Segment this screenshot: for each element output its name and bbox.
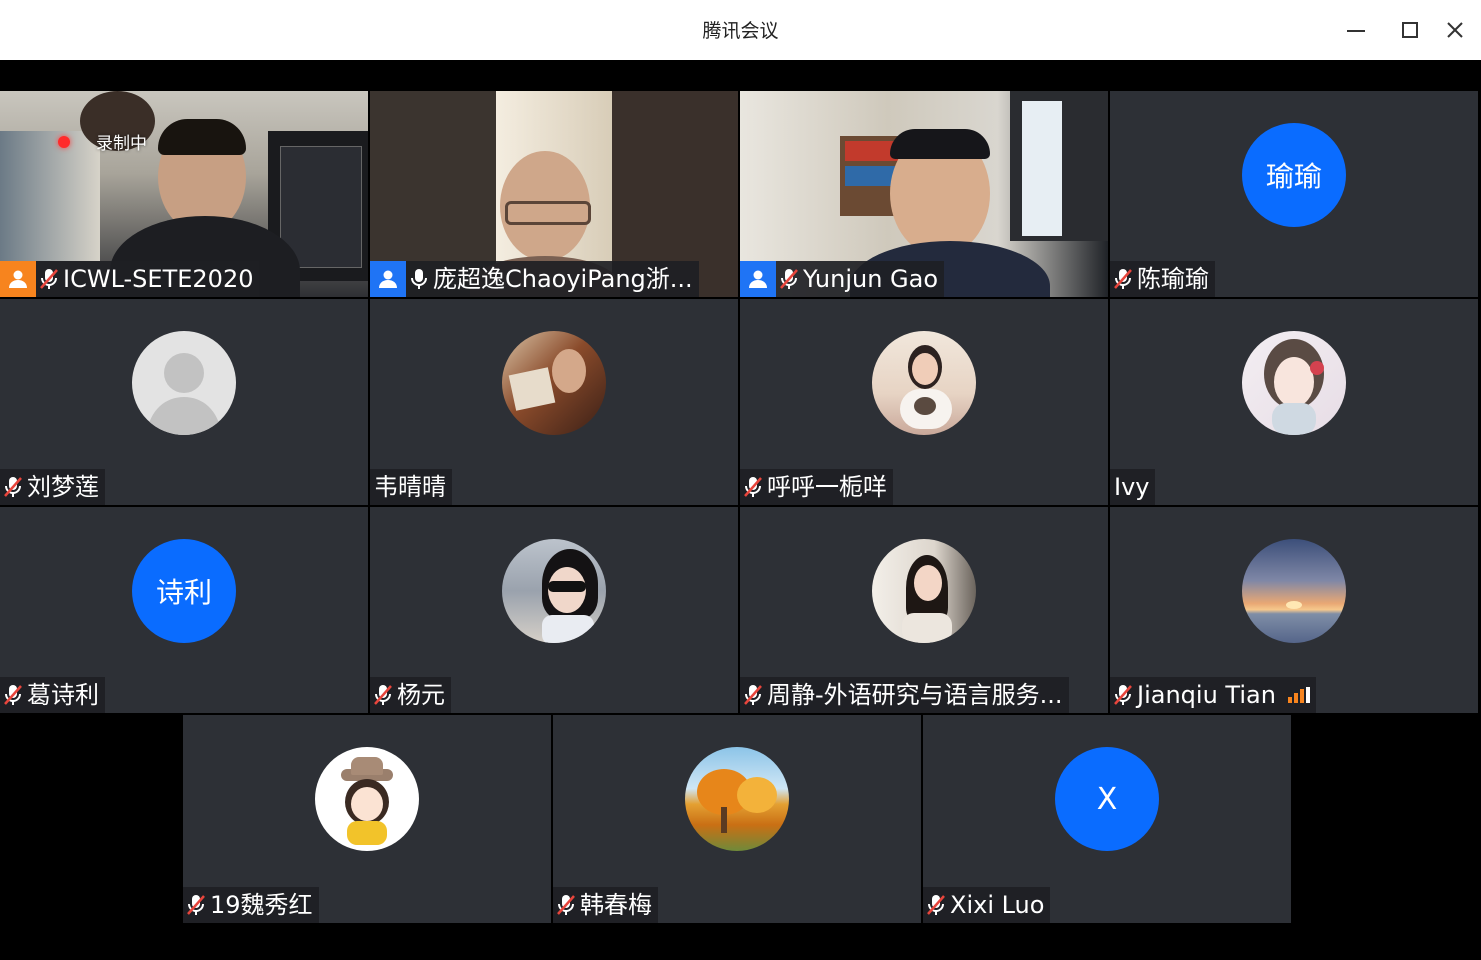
portrait-reading-avatar bbox=[502, 331, 606, 435]
mic-muted-icon bbox=[744, 477, 762, 497]
participant-grid: 录制中 ICWL-SETE2020 庞超逸ChaoyiPang浙... Yunj… bbox=[0, 91, 1478, 713]
sunglasses-woman-avatar bbox=[502, 539, 606, 643]
participant-name: Xixi Luo bbox=[950, 891, 1045, 919]
mic-muted-icon bbox=[1114, 685, 1132, 705]
participant-avatar: 诗利 bbox=[132, 539, 236, 643]
minimize-icon bbox=[1347, 30, 1365, 32]
participant-tile[interactable]: Jianqiu Tian bbox=[1110, 507, 1478, 713]
mic-muted-icon bbox=[1114, 269, 1132, 289]
mic-muted-icon bbox=[744, 685, 762, 705]
participant-nametag: 19魏秀红 bbox=[183, 887, 319, 923]
participant-nametag: Jianqiu Tian bbox=[1110, 677, 1316, 713]
participant-tile[interactable]: 刘梦莲 bbox=[0, 299, 368, 505]
mic-muted-icon bbox=[374, 685, 392, 705]
mic-muted-icon bbox=[187, 895, 205, 915]
avatar-initials: 瑜瑜 bbox=[1265, 160, 1322, 193]
participant-name: ICWL-SETE2020 bbox=[63, 265, 254, 293]
participant-nametag: ICWL-SETE2020 bbox=[0, 261, 260, 297]
host-badge bbox=[740, 261, 776, 297]
participant-name: 呼呼一栀咩 bbox=[767, 473, 887, 501]
mic-on-icon bbox=[411, 269, 427, 289]
person-icon bbox=[749, 270, 767, 288]
participant-nametag: 刘梦莲 bbox=[0, 469, 105, 505]
participant-tile[interactable]: 录制中 ICWL-SETE2020 bbox=[0, 91, 368, 297]
participant-nametag: 庞超逸ChaoyiPang浙... bbox=[370, 261, 699, 297]
participant-nametag: 陈瑜瑜 bbox=[1110, 261, 1215, 297]
participant-nametag: 韦晴晴 bbox=[370, 469, 452, 505]
participant-tile[interactable]: 呼呼一栀咩 bbox=[740, 299, 1108, 505]
host-badge bbox=[0, 261, 36, 297]
participant-tile[interactable]: 19魏秀红 bbox=[183, 715, 551, 923]
participant-nametag: 韩春梅 bbox=[553, 887, 658, 923]
signal-bars-icon bbox=[1287, 687, 1310, 703]
participant-tile[interactable]: 周静-外语研究与语言服务... bbox=[740, 507, 1108, 713]
participant-name: 葛诗利 bbox=[27, 681, 99, 709]
participant-nametag: 呼呼一栀咩 bbox=[740, 469, 893, 505]
video-gallery: 录制中 ICWL-SETE2020 庞超逸ChaoyiPang浙... Yunj… bbox=[0, 60, 1481, 960]
participant-avatar: 瑜瑜 bbox=[1242, 123, 1346, 227]
person-icon bbox=[9, 270, 27, 288]
close-button[interactable] bbox=[1441, 16, 1469, 44]
close-icon bbox=[1447, 22, 1463, 38]
participant-name: Yunjun Gao bbox=[803, 265, 939, 293]
participant-nametag: Xixi Luo bbox=[923, 887, 1051, 923]
participant-name: 陈瑜瑜 bbox=[1137, 265, 1209, 293]
default-person-avatar bbox=[132, 331, 236, 435]
participant-name: 韩春梅 bbox=[580, 891, 652, 919]
avatar-initials: 诗利 bbox=[155, 576, 212, 609]
participant-name: 韦晴晴 bbox=[374, 473, 446, 501]
mic-muted-icon bbox=[4, 477, 22, 497]
participant-name: 周静-外语研究与语言服务... bbox=[767, 681, 1063, 709]
participant-name: 杨元 bbox=[397, 681, 445, 709]
participant-nametag: 杨元 bbox=[370, 677, 451, 713]
mic-muted-icon bbox=[927, 895, 945, 915]
anime-girl-avatar bbox=[1242, 331, 1346, 435]
participant-tile[interactable]: 韦晴晴 bbox=[370, 299, 738, 505]
person-icon bbox=[379, 270, 397, 288]
participant-tile[interactable]: Ivy bbox=[1110, 299, 1478, 505]
mic-muted-icon bbox=[557, 895, 575, 915]
participant-name: 刘梦莲 bbox=[27, 473, 99, 501]
participant-tile[interactable]: X Xixi Luo bbox=[923, 715, 1291, 923]
minimize-button[interactable] bbox=[1342, 16, 1370, 44]
recording-dot-icon bbox=[58, 135, 70, 148]
avatar-initials: X bbox=[1096, 781, 1118, 817]
participant-tile[interactable]: 韩春梅 bbox=[553, 715, 921, 923]
participant-grid-last-row: 19魏秀红 韩春梅 X Xixi Luo bbox=[183, 715, 1293, 923]
participant-tile[interactable]: 杨元 bbox=[370, 507, 738, 713]
young-woman-avatar bbox=[872, 539, 976, 643]
mic-muted-icon bbox=[40, 269, 58, 289]
maximize-button[interactable] bbox=[1396, 16, 1424, 44]
participant-avatar: X bbox=[1055, 747, 1159, 851]
sunset-sea-avatar bbox=[1242, 539, 1346, 643]
window-title: 腾讯会议 bbox=[702, 20, 779, 42]
maximize-icon bbox=[1402, 22, 1418, 38]
participant-nametag: Ivy bbox=[1110, 469, 1156, 505]
participant-tile[interactable]: 诗利 葛诗利 bbox=[0, 507, 368, 713]
recording-indicator: 录制中 bbox=[58, 129, 147, 154]
girl-with-dog-avatar bbox=[872, 331, 976, 435]
mic-muted-icon bbox=[4, 685, 22, 705]
participant-name: Ivy bbox=[1114, 473, 1150, 501]
participant-tile[interactable]: Yunjun Gao bbox=[740, 91, 1108, 297]
participant-name: 19魏秀红 bbox=[210, 891, 313, 919]
cartoon-girl-hat-avatar bbox=[315, 747, 419, 851]
mic-muted-icon bbox=[780, 269, 798, 289]
participant-name: 庞超逸ChaoyiPang浙... bbox=[433, 265, 693, 293]
autumn-tree-avatar bbox=[685, 747, 789, 851]
participant-tile[interactable]: 瑜瑜 陈瑜瑜 bbox=[1110, 91, 1478, 297]
participant-nametag: 周静-外语研究与语言服务... bbox=[740, 677, 1069, 713]
participant-nametag: Yunjun Gao bbox=[740, 261, 945, 297]
participant-tile[interactable]: 庞超逸ChaoyiPang浙... bbox=[370, 91, 738, 297]
recording-label: 录制中 bbox=[96, 134, 147, 154]
participant-name: Jianqiu Tian bbox=[1137, 681, 1276, 709]
participant-nametag: 葛诗利 bbox=[0, 677, 105, 713]
title-bar: 腾讯会议 bbox=[0, 0, 1481, 60]
host-badge bbox=[370, 261, 406, 297]
